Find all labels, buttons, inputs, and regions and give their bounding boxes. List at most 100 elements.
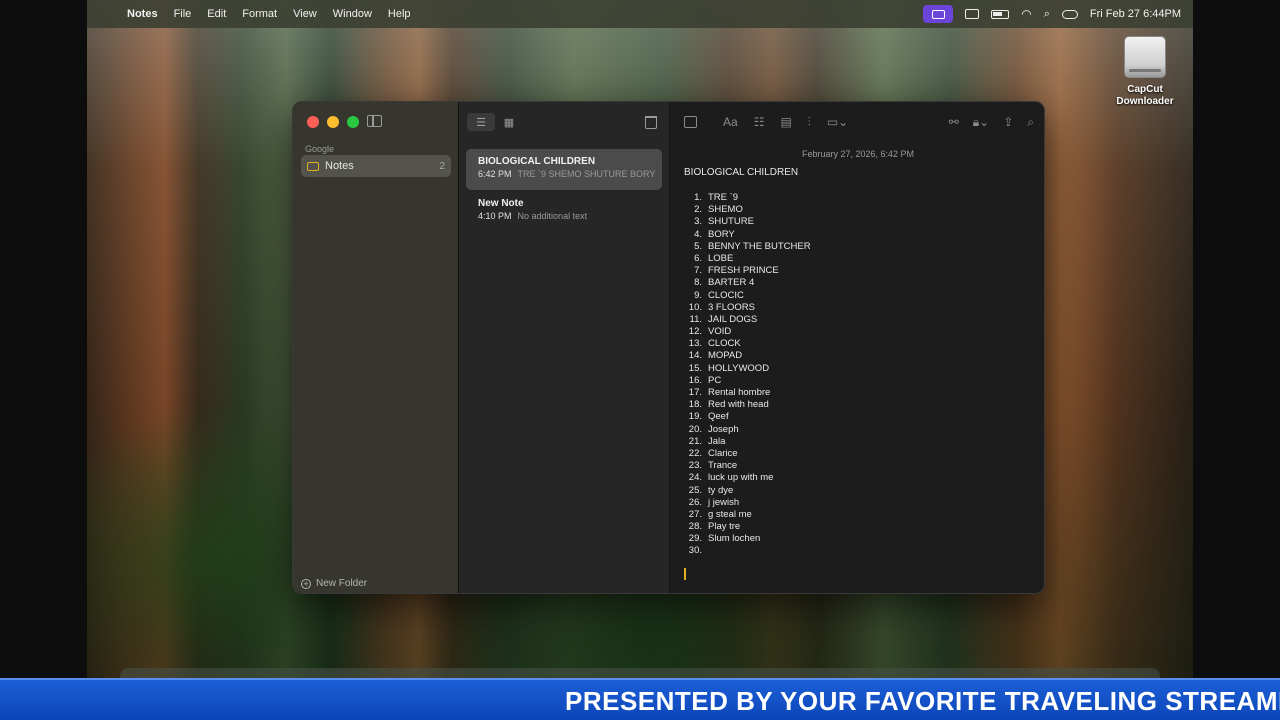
menu-app-name[interactable]: Notes xyxy=(127,8,158,20)
list-item: 14. MOPAD xyxy=(684,350,811,362)
list-text: Qeef xyxy=(708,411,729,423)
new-folder-label: New Folder xyxy=(316,578,368,589)
list-text: MOPAD xyxy=(708,350,743,362)
editor-toolbar-right: ⚯ 🔒︎⌄ ⇪ ⌕ xyxy=(949,115,1034,130)
list-item: 13. CLOCK xyxy=(684,338,811,350)
media-icon[interactable]: ▭⌄ xyxy=(827,115,848,129)
list-number: 22. xyxy=(688,447,702,459)
list-item: 21. Jala xyxy=(684,436,811,448)
zoom-button[interactable] xyxy=(347,116,359,128)
note-meta: 4:10 PM No additional text xyxy=(478,210,662,222)
list-number: 18. xyxy=(688,399,702,411)
list-item: 26. j jewish xyxy=(684,497,811,509)
battery-icon[interactable] xyxy=(991,9,1010,19)
desktop-icon-label-line2: Downloader xyxy=(1116,96,1174,107)
control-center-icon[interactable] xyxy=(1061,9,1078,19)
list-item: 29. Slum lochen xyxy=(684,533,811,545)
list-text: luck up with me xyxy=(708,472,774,484)
list-view-icon[interactable]: ☰ xyxy=(467,113,495,131)
list-text: Slum lochen xyxy=(708,533,761,545)
note-time: 6:42 PM xyxy=(478,169,512,179)
list-text: LOBE xyxy=(708,252,734,264)
list-item: 3. SHUTURE xyxy=(684,216,811,228)
list-text: SHUTURE xyxy=(708,216,754,228)
list-text: Clarice xyxy=(708,447,738,459)
lock-icon[interactable]: 🔒︎⌄ xyxy=(973,115,989,130)
display-icon[interactable] xyxy=(965,9,980,19)
share-icon[interactable]: ⇪ xyxy=(1003,115,1013,130)
account-header: Google xyxy=(305,144,335,154)
list-number: 23. xyxy=(688,460,702,472)
menu-view[interactable]: View xyxy=(293,8,317,20)
menu-window[interactable]: Window xyxy=(333,8,372,20)
note-title: New Note xyxy=(478,198,524,209)
list-item: 15. HOLLYWOOD xyxy=(684,363,811,375)
sidebar-toggle-icon[interactable] xyxy=(367,115,382,127)
audio-icon[interactable]: ⫶ xyxy=(808,115,811,130)
gallery-view-icon[interactable]: ▦ xyxy=(495,113,523,131)
list-item: 5. BENNY THE BUTCHER xyxy=(684,241,811,253)
list-number: 16. xyxy=(688,374,702,386)
folder-icon xyxy=(307,161,319,171)
note-title: BIOLOGICAL CHILDREN xyxy=(478,156,596,167)
list-item[interactable]: BIOLOGICAL CHILDREN 6:42 PM TRE `9 SHEMO … xyxy=(466,149,662,190)
folders-sidebar: Google Notes 2 + New Folder xyxy=(293,102,459,593)
list-item: 2. SHEMO xyxy=(684,204,811,216)
checklist-icon[interactable]: ☷ xyxy=(754,115,765,129)
search-icon[interactable]: ⌕ xyxy=(1027,115,1034,130)
list-item[interactable]: New Note 4:10 PM No additional text xyxy=(466,191,662,232)
menu-file[interactable]: File xyxy=(174,8,192,20)
sidebar-item-notes[interactable]: Notes 2 xyxy=(301,155,451,177)
spotlight-icon[interactable]: ⌕ xyxy=(1044,8,1050,21)
list-text: TRE `9 xyxy=(708,192,739,203)
desktop-icon-capcut[interactable]: CapCut Downloader xyxy=(1110,36,1180,108)
note-preview: No additional text xyxy=(517,211,588,221)
text-cursor xyxy=(684,568,686,580)
list-item: 24. luck up with me xyxy=(684,472,811,484)
plus-icon: + xyxy=(301,578,311,589)
close-button[interactable] xyxy=(307,116,319,128)
menu-bar: Notes File Edit Format View Window Help … xyxy=(87,0,1193,28)
list-text: BORY xyxy=(708,228,735,240)
editor-toolbar: Aa ☷ ▤ ⫶ ▭⌄ ⚯ 🔒︎⌄ ⇪ ⌕ xyxy=(684,112,1034,132)
list-text: Rental hombre xyxy=(708,387,771,398)
list-text: JAIL DOGS xyxy=(708,313,758,325)
list-text: Trance xyxy=(708,460,738,472)
list-item: 25. ty dye xyxy=(684,485,811,497)
status-area: ◠ ⌕ Fri Feb 27 6:44PM xyxy=(923,5,1181,23)
menu-clock[interactable]: Fri Feb 27 6:44PM xyxy=(1090,8,1181,20)
list-number: 26. xyxy=(688,496,702,508)
list-number: 20. xyxy=(688,423,702,435)
collaborate-icon[interactable]: ⚯ xyxy=(949,115,959,130)
table-icon[interactable]: ▤ xyxy=(780,115,791,129)
list-number: 30. xyxy=(688,545,702,557)
new-folder-button[interactable]: + New Folder xyxy=(301,578,367,589)
menu-help[interactable]: Help xyxy=(388,8,411,20)
minimize-button[interactable] xyxy=(327,116,339,128)
compose-icon[interactable] xyxy=(684,116,697,128)
menu-edit[interactable]: Edit xyxy=(207,8,226,20)
list-number: 13. xyxy=(688,338,702,350)
screen-share-icon[interactable] xyxy=(923,5,954,23)
format-text-icon[interactable]: Aa xyxy=(723,115,738,129)
list-item: 16. PC xyxy=(684,375,811,387)
drive-icon xyxy=(1124,36,1166,78)
desktop-icon-label: CapCut Downloader xyxy=(1110,84,1180,108)
trash-icon[interactable] xyxy=(645,115,657,129)
list-item: 22. Clarice xyxy=(684,448,811,460)
wifi-icon[interactable]: ◠ xyxy=(1021,7,1031,21)
list-text: Red with head xyxy=(708,399,769,411)
list-text: FRESH PRINCE xyxy=(708,265,779,277)
list-number: 1. xyxy=(694,192,702,203)
list-number: 2. xyxy=(694,204,702,216)
note-editor[interactable]: Aa ☷ ▤ ⫶ ▭⌄ ⚯ 🔒︎⌄ ⇪ ⌕ February 27, 2026,… xyxy=(670,102,1044,593)
list-number: 19. xyxy=(688,411,702,423)
list-item: 17. Rental hombre xyxy=(684,387,811,399)
list-item: 8. BARTER 4 xyxy=(684,277,811,289)
list-text: BARTER 4 xyxy=(708,277,755,289)
list-item: 28. Play tre xyxy=(684,521,811,533)
list-item: 30. xyxy=(684,545,811,557)
list-item: 9. CLOCIC xyxy=(684,290,811,302)
menu-format[interactable]: Format xyxy=(242,8,277,20)
note-date: February 27, 2026, 6:42 PM xyxy=(801,149,915,159)
